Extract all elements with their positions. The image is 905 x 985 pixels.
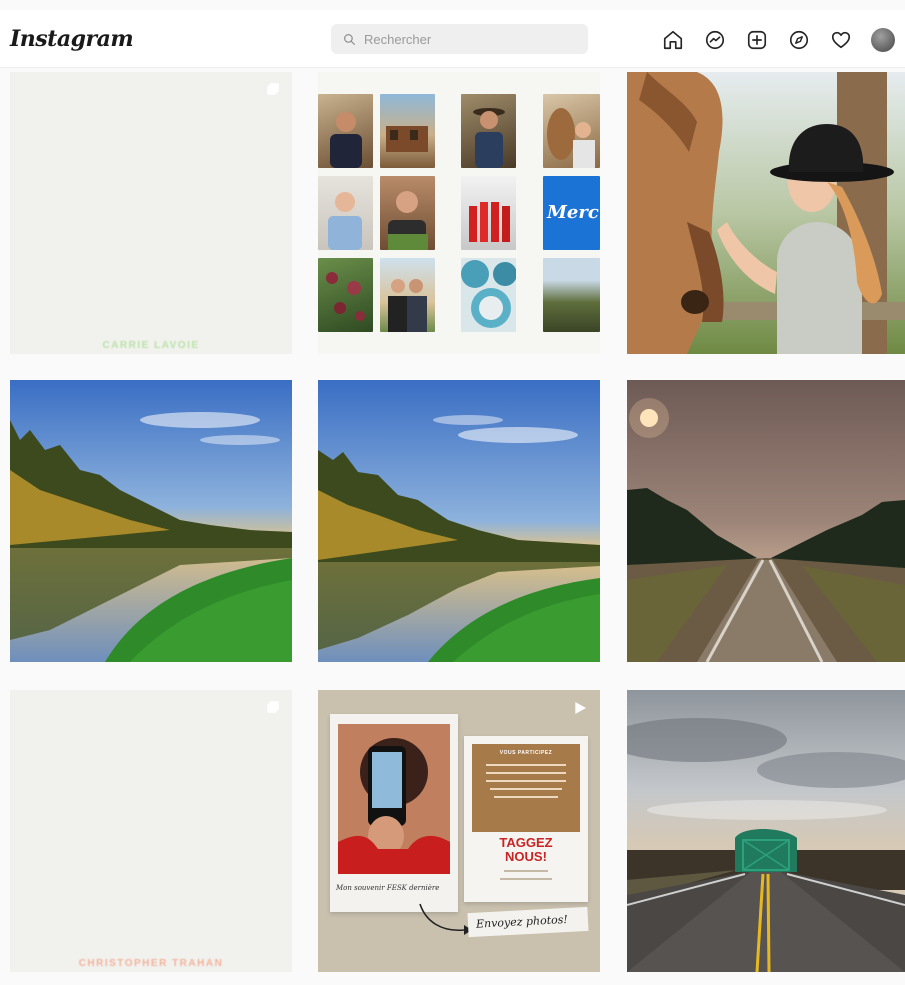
promo-headline: TAGGEZ NOUS! <box>464 836 588 864</box>
promo-card-header-box: VOUS PARTICIPEZ <box>472 744 580 832</box>
promo-caption-right: Envoyez photos! <box>475 912 569 931</box>
post-tile-1[interactable]: CARRIE LAVOIE <box>10 72 292 354</box>
post-caption-text: CARRIE LAVOIE <box>102 340 200 351</box>
post-image-highway-bridge <box>627 690 905 972</box>
post-tile-7[interactable]: CHRISTOPHER TRAHAN <box>10 690 292 972</box>
collage-photo <box>318 258 373 332</box>
profile-button[interactable] <box>870 27 896 53</box>
collage-photo <box>543 94 600 168</box>
post-tile-3[interactable] <box>627 72 905 354</box>
post-tile-6[interactable] <box>627 380 905 662</box>
explore-button[interactable] <box>786 27 812 53</box>
promo-card-header: VOUS PARTICIPEZ <box>499 750 553 756</box>
nav-icons <box>660 27 896 53</box>
post-image-railway-tracks <box>627 380 905 662</box>
collage-photo <box>461 176 516 250</box>
reel-play-icon <box>575 702 586 714</box>
collage-brand-tile: Merc <box>543 176 600 250</box>
search-input[interactable] <box>364 31 564 47</box>
polaroid-photo-phone-selfie <box>338 724 450 874</box>
collage-photo <box>543 258 600 332</box>
post-image-lake-sunset <box>318 380 600 662</box>
collage-brand-text: Merc <box>547 202 599 223</box>
polaroid-caption-left: Mon souvenir FESK dernière <box>336 884 440 892</box>
post-caption-text: CHRISTOPHER TRAHAN <box>78 958 224 969</box>
collage-photo <box>318 176 373 250</box>
post-tile-8[interactable]: Mon souvenir FESK dernière VOUS PARTICIP… <box>318 690 600 972</box>
activity-button[interactable] <box>828 27 854 53</box>
collage-photo <box>461 258 516 332</box>
top-navigation-bar: Instagram <box>0 10 905 68</box>
curved-arrow-icon <box>419 903 472 935</box>
multiple-posts-icon <box>267 701 279 713</box>
promo-card: VOUS PARTICIPEZ TAGGEZ NOUS! <box>464 736 588 902</box>
post-tile-4[interactable] <box>10 380 292 662</box>
collage-photo <box>380 176 435 250</box>
polaroid-frame: Mon souvenir FESK dernière <box>330 714 458 912</box>
collage-photo <box>380 94 435 168</box>
profile-avatar <box>871 28 895 52</box>
explore-icon <box>789 30 809 50</box>
post-tile-5[interactable] <box>318 380 600 662</box>
multiple-posts-icon <box>267 83 279 95</box>
post-tile-9[interactable] <box>627 690 905 972</box>
search-icon <box>344 33 355 45</box>
home-button[interactable] <box>660 27 686 53</box>
post-image-girl-horse <box>627 72 905 354</box>
new-post-icon <box>747 30 767 50</box>
messenger-button[interactable] <box>702 27 728 53</box>
activity-heart-icon <box>831 31 851 49</box>
handwritten-note: Envoyez photos! <box>467 906 589 938</box>
messenger-icon <box>705 30 725 50</box>
search-bar[interactable] <box>331 24 588 54</box>
new-post-button[interactable] <box>744 27 770 53</box>
collage-photo <box>461 94 516 168</box>
promo-headline-line-2: NOUS! <box>505 849 547 864</box>
promo-headline-line-1: TAGGEZ <box>499 835 553 850</box>
collage-photo <box>318 94 373 168</box>
collage-photo <box>380 258 435 332</box>
post-image-lake-sunset <box>10 380 292 662</box>
instagram-logo[interactable]: Instagram <box>10 26 134 52</box>
post-tile-2[interactable]: Merc <box>318 72 600 354</box>
home-icon <box>663 30 683 50</box>
